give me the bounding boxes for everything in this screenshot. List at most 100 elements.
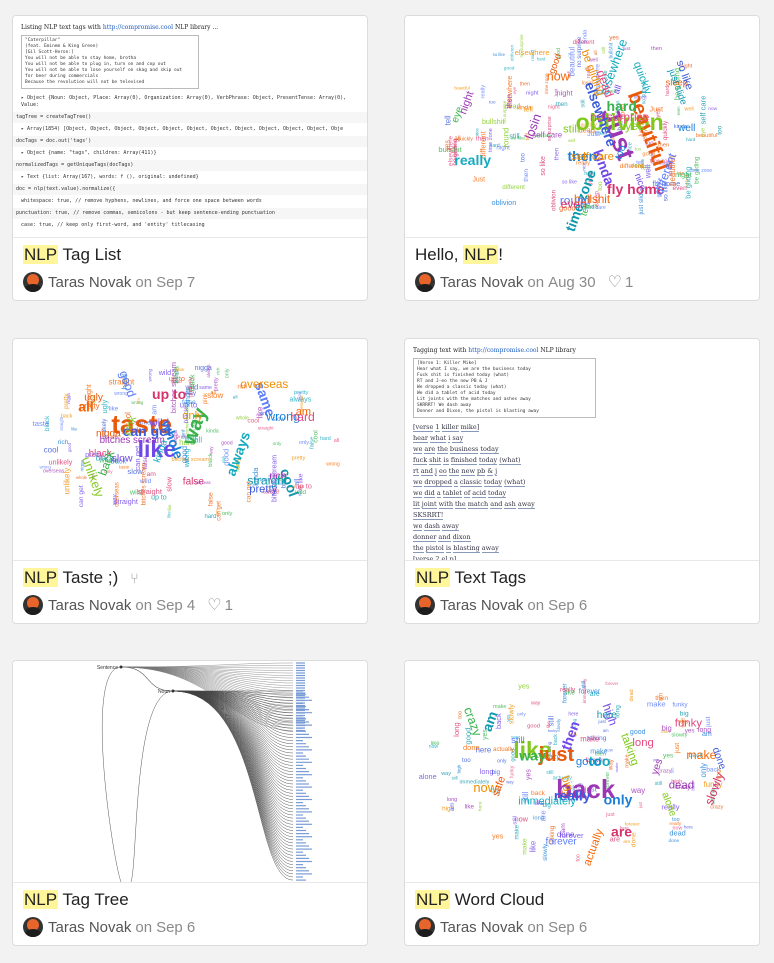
notebook-title[interactable]: Hello, NLP!: [415, 245, 503, 265]
cloud-word: safe: [490, 775, 508, 798]
notebook-thumbnail[interactable]: Listing NLP text tags with http://compro…: [13, 16, 367, 238]
token: we: [413, 489, 423, 498]
cloud-filler-word: done: [463, 743, 480, 752]
notebook-card[interactable]: still alone way only long too funky slowly only t…: [404, 660, 760, 946]
notebook-thumbnail[interactable]: Sentence Noun: [13, 661, 367, 883]
cloud-filler-word: then: [523, 169, 530, 182]
notebook-thumbnail[interactable]: Tagging text with http://compromise.cool…: [405, 339, 759, 561]
cloud-filler-word: slow: [164, 476, 173, 491]
date: Sep 7: [156, 273, 196, 291]
cloud-filler-word: am: [147, 471, 157, 478]
token: the: [448, 467, 460, 476]
lyrics-textarea: [Verse 1: Killer Mike] Hear what I say, w…: [413, 358, 596, 418]
notebook-card[interactable]: bitches scream bitches scream all nigga good…: [12, 338, 368, 624]
author-name[interactable]: Taras Novak: [440, 274, 523, 291]
cloud-filler-word: false: [310, 436, 316, 449]
token: a: [453, 478, 458, 487]
token: &: [487, 467, 494, 476]
lyric-line: Because the revolution will not be telev…: [25, 80, 145, 85]
cloud-filler-word: big: [680, 711, 689, 718]
cloud-filler-word: wrong: [326, 461, 340, 467]
cloud-filler-word: be gliding: [684, 167, 693, 199]
on-label: on: [135, 273, 153, 291]
token: we: [413, 522, 423, 531]
author-name[interactable]: Taras Novak: [440, 597, 523, 614]
author-name[interactable]: Taras Novak: [48, 274, 131, 291]
cloud-filler-word: all: [233, 395, 238, 401]
token: ash: [504, 500, 516, 509]
notebook-card[interactable]: Listing NLP text tags with http://compro…: [12, 15, 368, 301]
avatar[interactable]: [23, 595, 43, 615]
avatar[interactable]: [23, 917, 43, 937]
cloud-filler-word: well: [685, 106, 694, 112]
token: tablet: [442, 489, 462, 498]
notebook-title[interactable]: NLP Tag List: [23, 245, 121, 265]
token: new: [461, 467, 476, 476]
cloud-word: good: [576, 756, 601, 768]
notebook-card[interactable]: nice be gliding then too well time zone no sur…: [404, 15, 760, 301]
notebook-title[interactable]: NLP Word Cloud: [415, 890, 544, 910]
notebook-meta: Taras Novak on Sep 7: [23, 271, 195, 293]
cloud-filler-word: yes: [518, 682, 530, 691]
cloud-filler-word: overseas: [43, 468, 65, 474]
token: and: [438, 533, 451, 542]
cloud-filler-word: self care: [698, 95, 707, 124]
cloud-filler-word: like: [71, 427, 78, 432]
like-count: 1: [224, 596, 233, 614]
cloud-filler-word: back: [61, 414, 73, 420]
cloud-filler-word: slow: [207, 391, 223, 400]
code-cell: normalizedTags = getUniqueTags(docTags): [13, 160, 367, 171]
cloud-filler-word: now: [673, 826, 683, 832]
cloud-filler-word: way: [440, 771, 451, 777]
cloud-filler-word: too: [670, 767, 675, 773]
cloud-filler-word: always: [206, 364, 211, 377]
notebook-title[interactable]: NLP Text Tags: [415, 568, 526, 588]
avatar[interactable]: [415, 917, 435, 937]
notebook-title[interactable]: NLP Taste ;) ⑂: [23, 568, 139, 588]
author-name[interactable]: Taras Novak: [48, 597, 131, 614]
cloud-filler-word: yes: [525, 769, 532, 780]
token: today: [488, 489, 507, 498]
cloud-filler-word: eye: [512, 86, 517, 94]
notebook-thumbnail[interactable]: bitches scream bitches scream all nigga good…: [13, 339, 367, 561]
word-cloud-image: bitches screambitches screamallniggagood…: [33, 362, 340, 521]
avatar[interactable]: [23, 272, 43, 292]
notebook-card[interactable]: Sentence Noun NLP Tag Tree Taras Novak on S…: [12, 660, 368, 946]
token: 1: [435, 423, 440, 432]
avatar[interactable]: [415, 272, 435, 292]
cloud-word: are: [611, 823, 632, 839]
token: dash: [424, 522, 440, 531]
cloud-word: funky: [675, 718, 703, 730]
cloud-filler-word: can get: [217, 501, 223, 521]
token: match: [467, 500, 489, 509]
heart-icon[interactable]: ♡: [207, 595, 221, 615]
cloud-word: actually: [582, 827, 606, 867]
cloud-filler-word: hard: [204, 514, 216, 520]
notebook-title[interactable]: NLP Tag Tree: [23, 890, 129, 910]
cloud-filler-word: so like: [540, 156, 547, 176]
cloud-filler-word: taste: [33, 419, 49, 428]
notebook-thumbnail[interactable]: still alone way only long too funky slowly only t…: [405, 661, 759, 883]
avatar[interactable]: [415, 595, 435, 615]
token: business: [449, 445, 479, 454]
token: pb: [477, 467, 486, 476]
token: we: [413, 445, 423, 454]
cloud-filler-word: yes: [663, 753, 674, 760]
token: is: [443, 456, 449, 465]
heart-icon[interactable]: ♡: [608, 272, 622, 292]
author-name[interactable]: Taras Novak: [440, 919, 523, 936]
token: [verse: [413, 556, 433, 561]
cloud-filler-word: make: [493, 704, 506, 710]
token: p]: [449, 556, 456, 561]
notebook-thumbnail[interactable]: nice be gliding then too well time zone no sur…: [405, 16, 759, 238]
code-cell: doc = nlp(text.value).normalize({: [13, 184, 367, 195]
word-cloud-image: stillalonewayonlylongtoofunkyslowlyonlyt…: [419, 678, 728, 868]
token: mike]: [460, 423, 480, 432]
code-cell: ▸ Object {name: "tags", children: Array(…: [21, 150, 157, 156]
author-name[interactable]: Taras Novak: [48, 919, 131, 936]
notebook-card[interactable]: Tagging text with http://compromise.cool…: [404, 338, 760, 624]
cloud-filler-word: now: [429, 744, 439, 750]
token: the: [413, 544, 424, 553]
token: away: [441, 522, 459, 531]
code-cell: whitespace: true, // remove hyphens, new…: [21, 198, 262, 204]
